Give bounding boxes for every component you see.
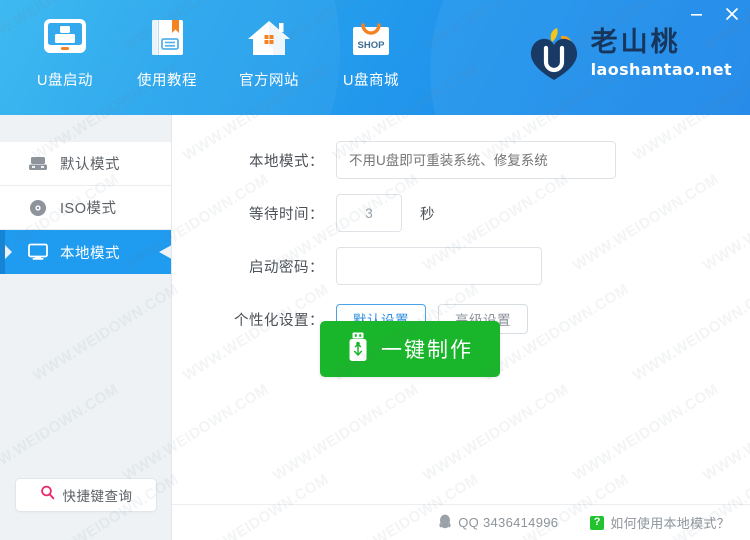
boot-password-input[interactable]: [336, 247, 542, 285]
field-row-local-mode: 本地模式：: [172, 141, 750, 179]
qq-contact[interactable]: QQ 3436414996: [438, 514, 558, 532]
question-mark-icon: ?: [590, 515, 605, 530]
qq-penguin-icon: [438, 514, 452, 532]
wait-time-unit: 秒: [420, 206, 435, 223]
book-tutorial-icon: [143, 14, 191, 62]
brand-url: laoshantao.net: [590, 59, 732, 79]
brand-name-cn: 老山桃: [590, 27, 681, 59]
svg-text:SHOP: SHOP: [358, 40, 386, 51]
sidebar-item-default-mode[interactable]: 默认模式: [0, 142, 171, 186]
peach-logo-icon: [525, 24, 583, 84]
shortcut-query-button[interactable]: 快捷键查询: [15, 478, 157, 512]
field-row-wait-time: 等待时间： 秒: [172, 194, 750, 232]
nav-label: 使用教程: [137, 73, 197, 89]
sidebar-item-local-mode[interactable]: 本地模式: [0, 230, 171, 274]
local-mode-input[interactable]: [336, 141, 616, 179]
main-panel: 本地模式： 等待时间： 秒 启动密码： 个性化设置： 默认设置 高级设置: [172, 115, 750, 540]
shop-bag-icon: SHOP: [347, 14, 395, 62]
minimize-button[interactable]: [678, 0, 714, 28]
local-mode-monitor-icon: [28, 243, 48, 261]
nav-label: U盘启动: [37, 73, 93, 89]
nav-label: 官方网站: [239, 73, 299, 89]
personalize-label: 个性化设置：: [234, 312, 324, 329]
nav-item-tutorial[interactable]: 使用教程: [116, 14, 218, 90]
sidebar-item-label: 默认模式: [60, 157, 120, 173]
body-container: 默认模式 ISO模式 本地模式 快捷键查询 本地模式： 不用U盘即可重装系统、修…: [0, 115, 750, 540]
nav-label: U盘商城: [343, 73, 399, 89]
brand-text: 老山桃 laoshantao.net: [590, 27, 732, 79]
usb-drive-icon: [347, 332, 369, 367]
sidebar-top-spacer: [0, 115, 171, 142]
sidebar-item-label: ISO模式: [60, 201, 117, 217]
sidebar-item-label: 本地模式: [60, 245, 120, 262]
sidebar: 默认模式 ISO模式 本地模式 快捷键查询: [0, 115, 172, 540]
search-icon: [40, 485, 55, 505]
close-button[interactable]: [714, 0, 750, 28]
sidebar-item-iso-mode[interactable]: ISO模式: [0, 186, 171, 230]
home-website-icon: [245, 14, 293, 62]
nav-item-shop[interactable]: SHOP U盘商城: [320, 14, 422, 90]
header-nav: U盘启动 使用教程 官方网站 SHOP U盘商城: [0, 0, 422, 115]
sidebar-mode-list: 默认模式 ISO模式 本地模式: [0, 142, 171, 274]
default-mode-icon: [28, 155, 48, 173]
usb-boot-monitor-icon: [41, 14, 89, 62]
nav-item-official-site[interactable]: 官方网站: [218, 14, 320, 90]
iso-disc-icon: [28, 199, 48, 217]
local-mode-label: 本地模式：: [249, 153, 324, 170]
one-click-make-label: 一键制作: [381, 338, 473, 362]
brand-logo: 老山桃 laoshantao.net: [525, 24, 732, 84]
one-click-make-button[interactable]: 一键制作: [320, 321, 500, 377]
boot-password-label: 启动密码：: [249, 259, 324, 276]
window-controls: [678, 0, 750, 28]
field-row-boot-password: 启动密码：: [172, 247, 750, 285]
shortcut-query-label: 快捷键查询: [62, 489, 133, 504]
app-header: U盘启动 使用教程 官方网站 SHOP U盘商城 老山桃 laoshantao.…: [0, 0, 750, 115]
help-link-label: 如何使用本地模式？: [610, 516, 730, 531]
status-footer: QQ 3436414996 ? 如何使用本地模式？: [172, 504, 750, 540]
qq-number-label: QQ 3436414996: [458, 515, 559, 530]
wait-time-label: 等待时间：: [249, 206, 324, 223]
help-link[interactable]: ? 如何使用本地模式？: [590, 513, 730, 532]
nav-item-usb-boot[interactable]: U盘启动: [14, 14, 116, 90]
application-window: U盘启动 使用教程 官方网站 SHOP U盘商城 老山桃 laoshantao.…: [0, 0, 750, 540]
wait-time-input[interactable]: [336, 194, 402, 232]
